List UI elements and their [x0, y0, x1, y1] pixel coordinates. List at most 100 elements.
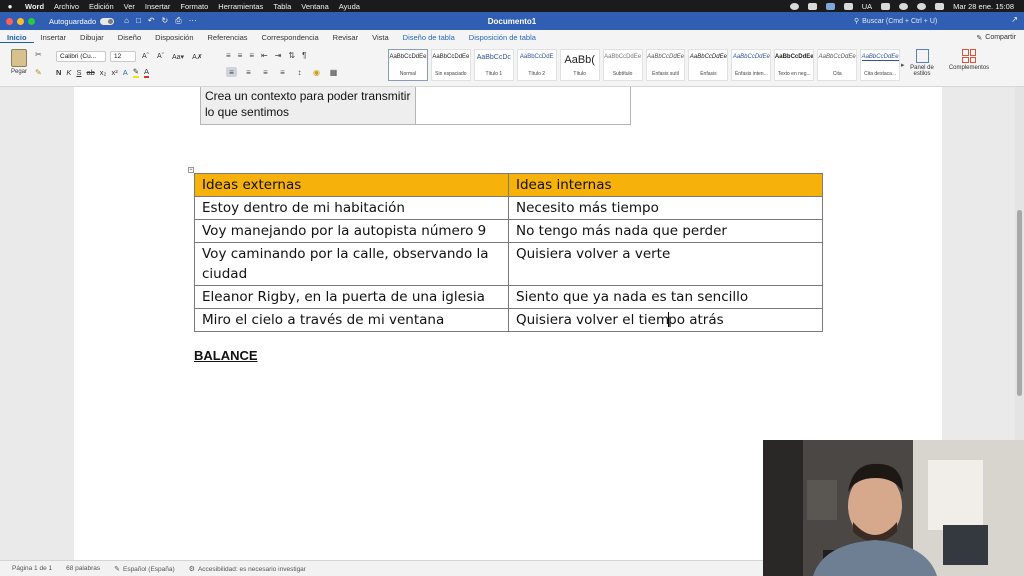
style-sin-espaciado[interactable]: AaBbCcDdEe Sin espaciado: [430, 49, 471, 81]
font-color-icon[interactable]: A: [144, 67, 150, 78]
multilevel-list-icon[interactable]: ≡: [249, 51, 254, 60]
clock[interactable]: Mar 28 ene. 15:08: [953, 2, 1014, 11]
style-enfasis-intenso[interactable]: AaBbCcDdEe Énfasis inten...: [731, 49, 772, 81]
control-center-icon[interactable]: [935, 2, 945, 10]
previous-table-cell-empty[interactable]: [416, 87, 630, 124]
balance-heading[interactable]: BALANCE: [194, 348, 258, 363]
redo-icon[interactable]: ↻: [162, 16, 169, 26]
menu-archivo[interactable]: Archivo: [49, 2, 84, 11]
menu-formato[interactable]: Formato: [175, 2, 213, 11]
font-size-select[interactable]: 12: [110, 51, 136, 62]
tab-diseno-de-tabla[interactable]: Diseño de tabla: [396, 33, 462, 42]
search-box[interactable]: ⚲ Buscar (Cmd + Ctrl + U): [854, 15, 1004, 27]
tab-disposicion-de-tabla[interactable]: Disposición de tabla: [462, 33, 543, 42]
share-arrow-icon[interactable]: ↗: [1011, 15, 1018, 24]
previous-table-cell[interactable]: Crea un contexto para poder transmitir l…: [201, 87, 416, 124]
paste-button[interactable]: Pegar: [6, 49, 32, 75]
tab-dibujar[interactable]: Dibujar: [73, 33, 111, 42]
align-right-icon[interactable]: ≡: [260, 67, 271, 77]
battery-icon[interactable]: [881, 2, 891, 10]
cut-icon[interactable]: ✂: [35, 50, 42, 59]
zoom-window-button[interactable]: [28, 17, 35, 25]
change-case-icon[interactable]: Aa▾: [170, 53, 186, 61]
borders-icon[interactable]: ▦: [328, 67, 339, 77]
menu-edicion[interactable]: Edición: [84, 2, 119, 11]
justify-icon[interactable]: ≡: [277, 67, 288, 77]
table-cell[interactable]: Siento que ya nada es tan sencillo: [508, 285, 823, 309]
style-titulo[interactable]: AaBb( Título: [559, 49, 600, 81]
underline-icon[interactable]: S: [76, 68, 81, 77]
close-window-button[interactable]: [6, 17, 13, 25]
header-ideas-internas[interactable]: Ideas internas: [508, 173, 823, 197]
table-cell[interactable]: Voy manejando por la autopista número 9: [194, 219, 509, 243]
menu-ayuda[interactable]: Ayuda: [334, 2, 365, 11]
tab-insertar[interactable]: Insertar: [34, 33, 73, 42]
align-left-icon[interactable]: ≡: [226, 67, 237, 77]
shrink-font-icon[interactable]: Aˇ: [155, 53, 166, 60]
menu-app-word[interactable]: Word: [20, 2, 49, 11]
home-icon[interactable]: ⌂: [124, 16, 129, 26]
header-ideas-externas[interactable]: Ideas externas: [194, 173, 509, 197]
tab-vista[interactable]: Vista: [365, 33, 396, 42]
style-cita-destacada[interactable]: AaBbCcDdEe Cita destaca...: [860, 49, 901, 81]
bullets-icon[interactable]: ≡: [226, 51, 231, 60]
table-cell[interactable]: Estoy dentro de mi habitación: [194, 196, 509, 220]
tab-disposicion[interactable]: Disposición: [148, 33, 200, 42]
autosave-toggle[interactable]: [100, 17, 115, 25]
style-titulo-2[interactable]: AaBbCcDdE Título 2: [516, 49, 557, 81]
menu-ventana[interactable]: Ventana: [296, 2, 334, 11]
style-enfasis-sutil[interactable]: AaBbCcDdEe Énfasis sutil: [645, 49, 686, 81]
tab-diseno[interactable]: Diseño: [111, 33, 148, 42]
style-subtitulo[interactable]: AaBbCcDdEe Subtítulo: [602, 49, 643, 81]
table-cell[interactable]: Miro el cielo a través de mi ventana: [194, 308, 509, 332]
undo-icon[interactable]: ↶: [148, 16, 155, 26]
style-cita[interactable]: AaBbCcDdEe Cita: [817, 49, 858, 81]
increase-indent-icon[interactable]: ⇥: [275, 51, 282, 60]
highlight-icon[interactable]: ✎: [132, 67, 140, 78]
diamond-app-icon[interactable]: [825, 2, 835, 10]
table-cell-active[interactable]: Quisiera volver el tiempo atrás: [508, 308, 823, 332]
accessibility-indicator[interactable]: ⚙ Accesibilidad: es necesario investigar: [189, 565, 306, 573]
table-cell[interactable]: Eleanor Rigby, en la puerta de una igles…: [194, 285, 509, 309]
record-icon[interactable]: [789, 2, 799, 10]
tab-inicio[interactable]: Inicio: [0, 33, 34, 43]
wifi-icon[interactable]: [899, 2, 909, 10]
table-cell[interactable]: No tengo más nada que perder: [508, 219, 823, 243]
print-icon[interactable]: ⎙: [175, 16, 181, 26]
style-titulo-1[interactable]: AaBbCcDc Título 1: [473, 49, 514, 81]
superscript-icon[interactable]: x²: [111, 68, 117, 77]
share-button[interactable]: ✎ Compartir: [976, 34, 1016, 42]
bold-icon[interactable]: N: [56, 68, 61, 77]
style-texto-en-negrita[interactable]: AaBbCcDdEe Texto en neg...: [774, 49, 815, 81]
tab-referencias[interactable]: Referencias: [201, 33, 255, 42]
text-effects-icon[interactable]: A: [123, 68, 128, 77]
strikethrough-icon[interactable]: ab: [86, 68, 94, 77]
word-count[interactable]: 68 palabras: [66, 565, 100, 572]
table-cell[interactable]: Quisiera volver a verte: [508, 242, 823, 286]
tab-correspondencia[interactable]: Correspondencia: [255, 33, 326, 42]
screen-share-icon[interactable]: [807, 2, 817, 10]
menu-herramientas[interactable]: Herramientas: [213, 2, 268, 11]
apple-icon[interactable]: ●: [0, 2, 20, 11]
table-cell[interactable]: Voy caminando por la calle, observando l…: [194, 242, 509, 286]
format-painter-icon[interactable]: ✎: [35, 68, 42, 77]
keyboard-icon[interactable]: [843, 2, 853, 10]
grow-font-icon[interactable]: Aˆ: [140, 53, 151, 60]
styles-pane-button[interactable]: Panel de estilos: [908, 49, 936, 77]
font-name-select[interactable]: Calibri (Cu...: [56, 51, 106, 62]
page-count[interactable]: Página 1 de 1: [12, 565, 52, 572]
menu-insertar[interactable]: Insertar: [140, 2, 175, 11]
save-icon[interactable]: □: [136, 16, 141, 26]
language-indicator[interactable]: ✎ Español (España): [114, 565, 175, 573]
clear-format-icon[interactable]: A✗: [190, 53, 205, 61]
style-enfasis[interactable]: AaBbCcDdEe Énfasis: [688, 49, 729, 81]
sort-icon[interactable]: ⇅: [288, 51, 295, 60]
shading-icon[interactable]: ◉: [311, 67, 322, 77]
line-spacing-icon[interactable]: ↕: [294, 67, 305, 77]
subscript-icon[interactable]: x₂: [100, 68, 107, 77]
show-formatting-icon[interactable]: ¶: [302, 51, 306, 60]
menu-tabla[interactable]: Tabla: [268, 2, 296, 11]
italic-icon[interactable]: K: [66, 68, 71, 77]
more-icon[interactable]: ···: [189, 16, 197, 26]
addins-button[interactable]: Complementos: [944, 49, 994, 71]
